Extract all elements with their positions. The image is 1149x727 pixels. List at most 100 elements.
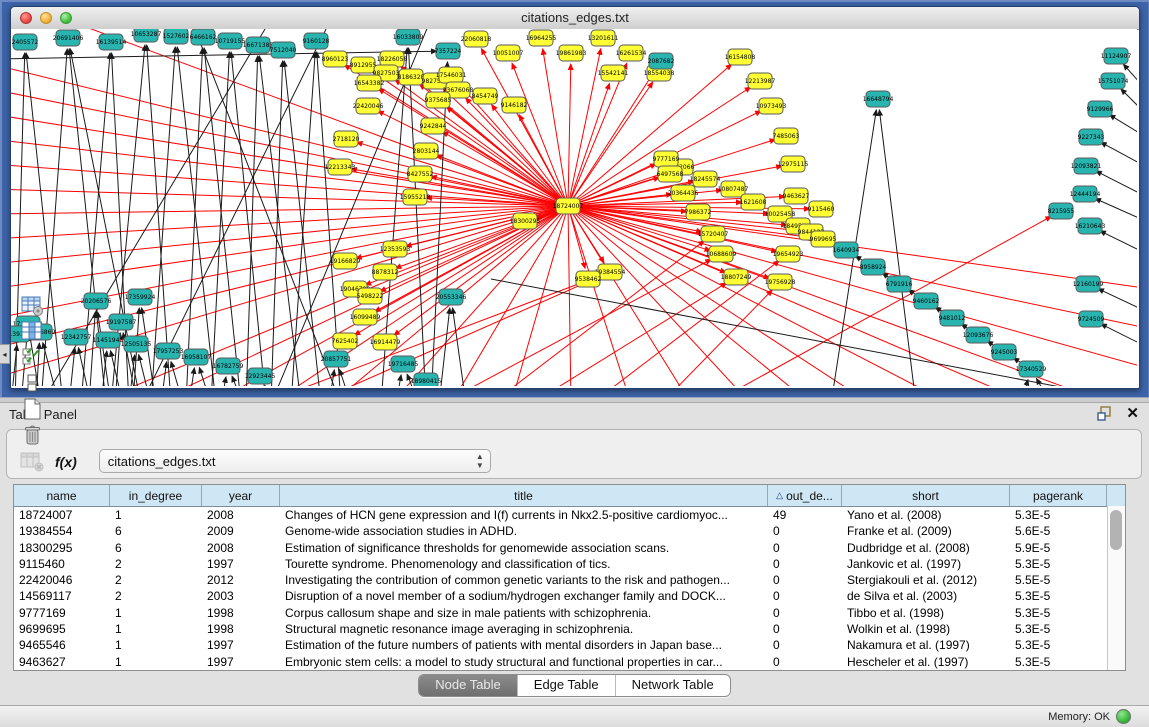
- graph-node[interactable]: 15720407: [698, 226, 729, 242]
- graph-node[interactable]: 12353593: [380, 241, 411, 257]
- graph-node[interactable]: 19861983: [556, 45, 587, 61]
- graph-node[interactable]: 9699695: [810, 231, 837, 247]
- column-header-in_degree[interactable]: in_degree: [110, 485, 202, 506]
- graph-node[interactable]: 5498222: [357, 288, 384, 304]
- graph-node[interactable]: 12213343: [325, 159, 356, 175]
- graph-node[interactable]: 20553346: [436, 289, 467, 305]
- column-header-title[interactable]: title: [280, 485, 768, 506]
- citation-edge-red[interactable]: [568, 206, 631, 386]
- graph-node[interactable]: 12923445: [245, 368, 276, 384]
- delete-table-icon[interactable]: [19, 421, 45, 447]
- graph-node[interactable]: 16210643: [1075, 218, 1106, 234]
- graph-node[interactable]: 2087682: [648, 53, 675, 69]
- graph-node[interactable]: 19197587: [106, 314, 137, 330]
- citation-edge-black[interactable]: [1101, 142, 1137, 164]
- citation-edge-red[interactable]: [568, 64, 571, 206]
- graph-node[interactable]: 6466162: [190, 29, 217, 45]
- column-header-pagerank[interactable]: pagerank: [1010, 485, 1107, 506]
- graph-node[interactable]: 16964255: [526, 30, 557, 46]
- column-header-short[interactable]: short: [842, 485, 1010, 506]
- graph-node[interactable]: 12975115: [778, 156, 809, 172]
- graph-node[interactable]: 18300295: [510, 213, 541, 229]
- table-row[interactable]: 969969511998Structural magnetic resonanc…: [14, 621, 1125, 637]
- graph-node[interactable]: 16033809: [393, 29, 424, 45]
- graph-node[interactable]: 20206576: [81, 293, 112, 309]
- citation-edge-black[interactable]: [186, 48, 202, 386]
- citation-edge-red[interactable]: [568, 206, 571, 386]
- table-row[interactable]: 946362711997Embryonic stem cells: a mode…: [14, 654, 1125, 670]
- citation-edge-black[interactable]: [1109, 115, 1137, 134]
- graph-node[interactable]: 15542141: [598, 65, 629, 81]
- citation-edge-black[interactable]: [1121, 89, 1137, 109]
- graph-node[interactable]: 19756928: [765, 274, 796, 290]
- graph-node[interactable]: 9375685: [425, 92, 452, 108]
- graph-node[interactable]: 16782759: [213, 358, 244, 374]
- graph-node[interactable]: 17340529: [1016, 361, 1047, 377]
- citation-edge-black[interactable]: [232, 376, 243, 386]
- table-selector-dropdown[interactable]: citations_edges.txt ▲▼: [99, 449, 491, 473]
- table-row[interactable]: 911546021997Tourette syndrome. Phenomeno…: [14, 556, 1125, 572]
- graph-node[interactable]: 18245574: [690, 171, 721, 187]
- graph-node[interactable]: 19716485: [388, 356, 419, 372]
- graph-node[interactable]: 9242844: [420, 118, 447, 134]
- citation-edge-red[interactable]: [261, 276, 600, 386]
- citation-edge-red[interactable]: [357, 142, 568, 206]
- graph-node[interactable]: 9160128: [303, 33, 330, 49]
- citation-edge-red[interactable]: [512, 63, 568, 206]
- graph-node[interactable]: 8215955: [1048, 203, 1075, 219]
- memory-status-icon[interactable]: [1116, 709, 1131, 724]
- new-table-icon[interactable]: [19, 395, 45, 421]
- table-row[interactable]: 946554611997Estimation of the future num…: [14, 637, 1125, 653]
- citation-edge-black[interactable]: [1096, 171, 1137, 194]
- citation-edge-red[interactable]: [11, 206, 568, 289]
- citation-edge-black[interactable]: [69, 348, 75, 386]
- graph-node[interactable]: 8454749: [472, 88, 499, 104]
- citation-edge-black[interactable]: [396, 375, 401, 386]
- graph-node[interactable]: 15955218: [400, 189, 431, 205]
- graph-node[interactable]: 9146182: [501, 97, 528, 113]
- citation-edge-black[interactable]: [151, 47, 175, 386]
- graph-node[interactable]: 17957253: [153, 343, 184, 359]
- select-columns-icon[interactable]: [19, 343, 45, 369]
- graph-node[interactable]: 9538462: [575, 271, 602, 287]
- graph-node[interactable]: 13201611: [588, 30, 619, 46]
- citation-edge-black[interactable]: [259, 56, 301, 386]
- graph-node[interactable]: 9777169: [653, 151, 680, 167]
- citation-edge-black[interactable]: [271, 61, 283, 386]
- citation-edge-black[interactable]: [453, 308, 466, 386]
- graph-node[interactable]: 9129966: [1087, 101, 1114, 117]
- table-vertical-scrollbar[interactable]: [1107, 506, 1125, 670]
- graph-node[interactable]: 16099489: [350, 309, 381, 325]
- graph-node[interactable]: 22060818: [461, 31, 492, 47]
- tab-network-table[interactable]: Network Table: [616, 675, 730, 696]
- table-row[interactable]: 2242004622012Investigating the contribut…: [14, 572, 1125, 588]
- graph-node[interactable]: 16958107: [181, 349, 212, 365]
- graph-node[interactable]: 9245003: [991, 344, 1018, 360]
- citation-edge-black[interactable]: [1100, 231, 1137, 251]
- graph-node[interactable]: 16261534: [616, 45, 647, 61]
- column-header-year[interactable]: year: [202, 485, 280, 506]
- table-row[interactable]: 1938455462009Genome-wide association stu…: [14, 523, 1125, 539]
- tab-node-table[interactable]: Node Table: [419, 675, 518, 696]
- graph-node[interactable]: 12444194: [1070, 186, 1101, 202]
- graph-hub-node[interactable]: 18724007: [553, 198, 584, 214]
- graph-node[interactable]: 16154808: [725, 49, 756, 65]
- citation-edge-red[interactable]: [711, 216, 1051, 386]
- graph-node[interactable]: 6497568: [657, 166, 684, 182]
- graph-node[interactable]: 10653287: [131, 29, 162, 42]
- graph-node[interactable]: 11451945: [93, 332, 124, 348]
- graph-node[interactable]: 1640934: [833, 242, 860, 258]
- network-view-window[interactable]: citations_edges.txt 18724007896012389129…: [10, 6, 1140, 389]
- graph-node[interactable]: 18807249: [721, 269, 752, 285]
- table-row[interactable]: 1830029562008Estimation of significance …: [14, 540, 1125, 556]
- graph-node[interactable]: 18980415: [411, 373, 442, 386]
- citation-edge-black[interactable]: [177, 47, 216, 386]
- citation-edge-black[interactable]: [147, 45, 171, 386]
- graph-node[interactable]: 8878312: [372, 264, 399, 280]
- graph-node[interactable]: 16648794: [863, 91, 894, 107]
- graph-node[interactable]: 1527602: [163, 29, 190, 44]
- graph-node[interactable]: 12213987: [745, 73, 776, 89]
- graph-node[interactable]: 7625402: [332, 333, 359, 349]
- graph-node[interactable]: 8958924: [860, 259, 887, 275]
- graph-node[interactable]: 20691406: [53, 30, 84, 46]
